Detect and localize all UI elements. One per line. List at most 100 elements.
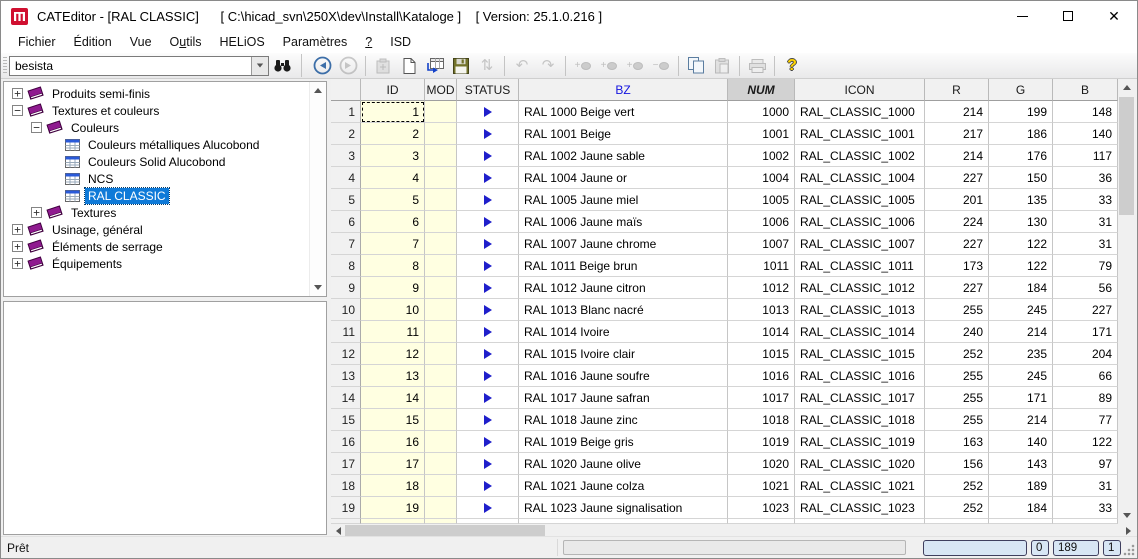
menu-item-outils[interactable]: Outils — [161, 33, 211, 51]
cell-status[interactable] — [457, 343, 519, 365]
cell-icon[interactable]: RAL_CLASSIC_1012 — [795, 277, 925, 299]
cell-bz[interactable]: RAL 1004 Jaune or — [519, 167, 728, 189]
cell-status[interactable] — [457, 255, 519, 277]
cell-bz[interactable]: RAL 1023 Jaune signalisation — [519, 497, 728, 519]
resize-grip[interactable] — [1123, 544, 1135, 556]
cell-r[interactable]: 214 — [925, 101, 989, 123]
row-header[interactable]: 13 — [331, 365, 361, 387]
cell-num[interactable]: 1002 — [728, 145, 795, 167]
row-header[interactable]: 19 — [331, 497, 361, 519]
cell-mod[interactable] — [425, 409, 457, 431]
expand-plus-icon[interactable]: + — [12, 224, 23, 235]
expand-plus-icon[interactable]: + — [31, 207, 42, 218]
cell-g[interactable]: 184 — [989, 497, 1053, 519]
cell-bz[interactable]: RAL 1015 Ivoire clair — [519, 343, 728, 365]
cell-icon[interactable]: RAL_CLASSIC_1011 — [795, 255, 925, 277]
cell-mod[interactable] — [425, 145, 457, 167]
cell-num[interactable]: 1000 — [728, 101, 795, 123]
menu-item-edition[interactable]: Édition — [65, 33, 121, 51]
cell-g[interactable]: 245 — [989, 365, 1053, 387]
title-bar[interactable]: CATEditor - [RAL CLASSIC] [ C:\hicad_svn… — [1, 1, 1137, 31]
cell-bz[interactable]: RAL 1017 Jaune safran — [519, 387, 728, 409]
column-header-id[interactable]: ID — [361, 79, 425, 101]
cell-r[interactable]: 214 — [925, 145, 989, 167]
cell-bz[interactable]: RAL 1002 Jaune sable — [519, 145, 728, 167]
row-header[interactable]: 8 — [331, 255, 361, 277]
cell-id[interactable]: 17 — [361, 453, 425, 475]
row-header[interactable]: 7 — [331, 233, 361, 255]
tree-item-label[interactable]: Couleurs — [68, 120, 122, 136]
tree-item-produits-semi-finis[interactable]: +Produits semi-finis — [4, 85, 308, 102]
tree-item-label[interactable]: Usinage, général — [49, 222, 146, 238]
cell-id[interactable]: 1 — [361, 101, 425, 123]
cell-icon[interactable]: RAL_CLASSIC_1019 — [795, 431, 925, 453]
cell-b[interactable]: 56 — [1053, 277, 1118, 299]
tree-item-elements-de-serrage[interactable]: +Éléments de serrage — [4, 238, 308, 255]
cell-bz[interactable]: RAL 1020 Jaune olive — [519, 453, 728, 475]
column-header-mod[interactable]: MOD — [425, 79, 457, 101]
cell-g[interactable]: 143 — [989, 453, 1053, 475]
cell-bz[interactable]: RAL 1021 Jaune colza — [519, 475, 728, 497]
cell-r[interactable]: 227 — [925, 167, 989, 189]
tree-item-label[interactable]: RAL CLASSIC — [85, 188, 169, 204]
table-vertical-scrollbar[interactable] — [1118, 79, 1135, 524]
cell-bz[interactable]: RAL 1014 Ivoire — [519, 321, 728, 343]
row-header[interactable]: 6 — [331, 211, 361, 233]
tree-item-equipements[interactable]: +Équipements — [4, 255, 308, 272]
cell-id[interactable]: 4 — [361, 167, 425, 189]
cell-b[interactable]: 227 — [1053, 299, 1118, 321]
cell-bz[interactable]: RAL 1016 Jaune soufre — [519, 365, 728, 387]
cell-b[interactable]: 122 — [1053, 431, 1118, 453]
cell-bz[interactable]: RAL 1005 Jaune miel — [519, 189, 728, 211]
menu-item-fichier[interactable]: Fichier — [9, 33, 65, 51]
cell-icon[interactable]: RAL_CLASSIC_1023 — [795, 497, 925, 519]
cell-mod[interactable] — [425, 299, 457, 321]
cell-status[interactable] — [457, 453, 519, 475]
collapse-minus-icon[interactable]: − — [12, 105, 23, 116]
cell-num[interactable]: 1014 — [728, 321, 795, 343]
help-button[interactable]: ? — [780, 54, 804, 77]
cell-num[interactable]: 1017 — [728, 387, 795, 409]
print-button[interactable] — [745, 54, 769, 77]
cell-mod[interactable] — [425, 189, 457, 211]
cell-g[interactable]: 214 — [989, 321, 1053, 343]
forward-button[interactable] — [336, 54, 360, 77]
expand-plus-icon[interactable]: + — [12, 258, 23, 269]
cell-mod[interactable] — [425, 431, 457, 453]
cell-r[interactable]: 255 — [925, 365, 989, 387]
cell-num[interactable]: 1019 — [728, 431, 795, 453]
toolbar-grip[interactable] — [3, 57, 7, 75]
cell-mod[interactable] — [425, 101, 457, 123]
tree-item-label[interactable]: Produits semi-finis — [49, 86, 153, 102]
cell-icon[interactable]: RAL_CLASSIC_1006 — [795, 211, 925, 233]
cell-icon[interactable]: RAL_CLASSIC_1007 — [795, 233, 925, 255]
cell-b[interactable]: 77 — [1053, 409, 1118, 431]
tree-item-ncs[interactable]: NCS — [4, 170, 308, 187]
menu-item-aide[interactable]: ? — [356, 33, 381, 51]
cell-id[interactable]: 7 — [361, 233, 425, 255]
cell-b[interactable]: 31 — [1053, 233, 1118, 255]
tag-remove-button[interactable]: − — [649, 54, 673, 77]
row-header[interactable]: 2 — [331, 123, 361, 145]
cell-mod[interactable] — [425, 167, 457, 189]
cell-bz[interactable]: RAL 1011 Beige brun — [519, 255, 728, 277]
cell-r[interactable]: 252 — [925, 497, 989, 519]
cell-icon[interactable]: RAL_CLASSIC_1017 — [795, 387, 925, 409]
close-button[interactable]: ✕ — [1091, 1, 1137, 31]
cell-bz[interactable]: RAL 1006 Jaune maïs — [519, 211, 728, 233]
scroll-up-button[interactable] — [1118, 79, 1135, 96]
cell-mod[interactable] — [425, 123, 457, 145]
row-header[interactable]: 9 — [331, 277, 361, 299]
copy-button[interactable] — [684, 54, 708, 77]
menu-item-vue[interactable]: Vue — [121, 33, 161, 51]
row-header[interactable]: 12 — [331, 343, 361, 365]
column-header-g[interactable]: G — [989, 79, 1053, 101]
cell-g[interactable]: 199 — [989, 101, 1053, 123]
cell-status[interactable] — [457, 123, 519, 145]
cell-r[interactable]: 217 — [925, 123, 989, 145]
cell-b[interactable]: 171 — [1053, 321, 1118, 343]
cell-id[interactable]: 14 — [361, 387, 425, 409]
cell-b[interactable]: 89 — [1053, 387, 1118, 409]
column-header-r[interactable]: R — [925, 79, 989, 101]
document-button[interactable] — [397, 54, 421, 77]
